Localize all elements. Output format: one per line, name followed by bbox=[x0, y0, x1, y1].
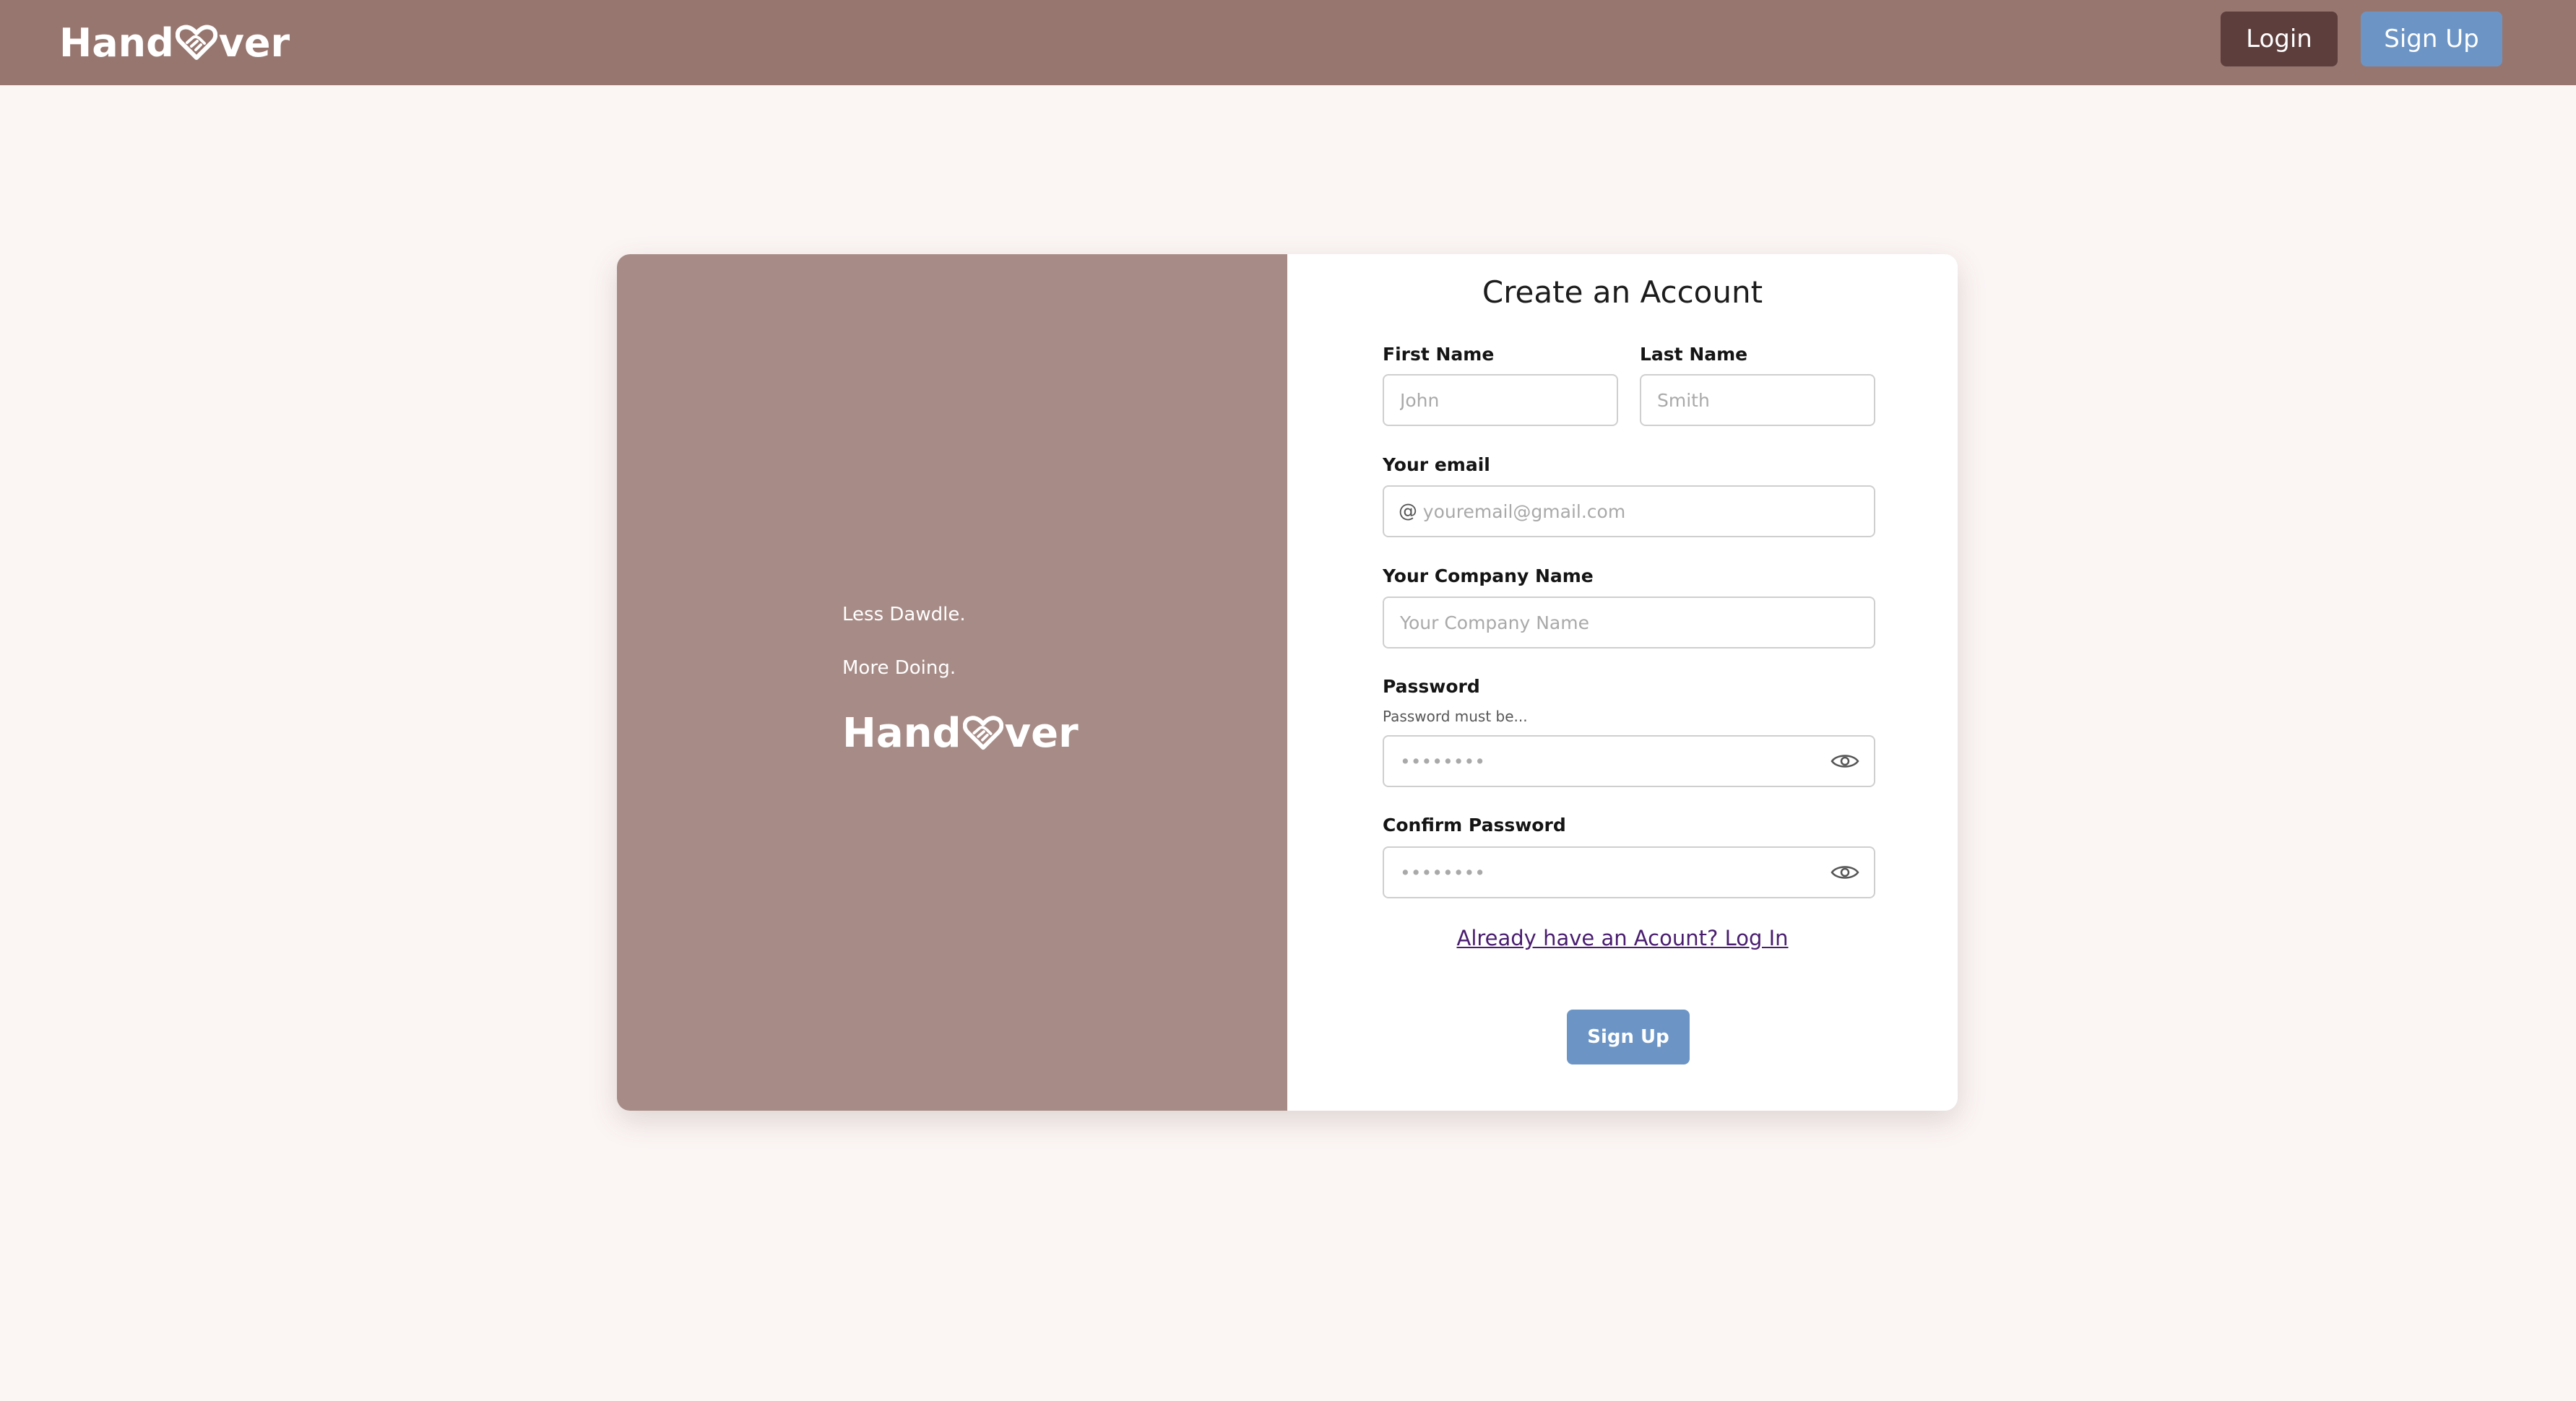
login-button[interactable]: Login bbox=[2221, 12, 2338, 66]
confirm-password-field bbox=[1383, 846, 1875, 898]
login-link[interactable]: Already have an Acount? Log In bbox=[1287, 926, 1958, 950]
first-name-field bbox=[1383, 374, 1618, 426]
last-name-label: Last Name bbox=[1640, 344, 1748, 365]
last-name-field bbox=[1640, 374, 1875, 426]
signup-card: Less Dawdle. More Doing. Hand ver Create… bbox=[617, 254, 1958, 1111]
tagline-more-doing: More Doing. bbox=[842, 657, 956, 679]
hero-brand-text-right: ver bbox=[1004, 709, 1079, 757]
brand-text-right: ver bbox=[218, 19, 290, 66]
hero-brand-logo: Hand ver bbox=[842, 708, 1079, 758]
confirm-password-input[interactable] bbox=[1384, 848, 1831, 897]
company-name-input[interactable] bbox=[1384, 598, 1874, 647]
signup-form: Create an Account First Name Last Name Y… bbox=[1287, 254, 1958, 1111]
password-hint: Password must be... bbox=[1383, 708, 1528, 725]
email-field: @ bbox=[1383, 485, 1875, 537]
heart-handshake-icon bbox=[175, 25, 217, 60]
company-name-label: Your Company Name bbox=[1383, 565, 1594, 586]
form-title: Create an Account bbox=[1482, 274, 1763, 310]
tagline-less-dawdle: Less Dawdle. bbox=[842, 604, 966, 625]
password-field bbox=[1383, 735, 1875, 787]
first-name-input[interactable] bbox=[1384, 376, 1617, 425]
hero-brand-text-left: Hand bbox=[842, 709, 961, 757]
heart-handshake-icon bbox=[962, 716, 1003, 750]
password-label: Password bbox=[1383, 676, 1480, 697]
brand-logo[interactable]: Hand ver bbox=[59, 19, 290, 66]
eye-icon[interactable] bbox=[1831, 750, 1859, 772]
top-navbar: Hand ver Login Sign Up bbox=[0, 0, 2576, 85]
company-name-field bbox=[1383, 597, 1875, 649]
brand-text-left: Hand bbox=[59, 19, 174, 66]
last-name-input[interactable] bbox=[1641, 376, 1874, 425]
email-label: Your email bbox=[1383, 454, 1490, 475]
at-sign-icon: @ bbox=[1399, 500, 1417, 522]
signup-submit-button[interactable]: Sign Up bbox=[1567, 1010, 1690, 1064]
password-input[interactable] bbox=[1384, 737, 1831, 786]
hero-panel: Less Dawdle. More Doing. Hand ver bbox=[617, 254, 1287, 1111]
eye-icon[interactable] bbox=[1831, 862, 1859, 883]
confirm-password-label: Confirm Password bbox=[1383, 815, 1566, 836]
first-name-label: First Name bbox=[1383, 344, 1495, 365]
email-input[interactable] bbox=[1418, 487, 1874, 536]
signup-nav-button[interactable]: Sign Up bbox=[2361, 12, 2502, 66]
